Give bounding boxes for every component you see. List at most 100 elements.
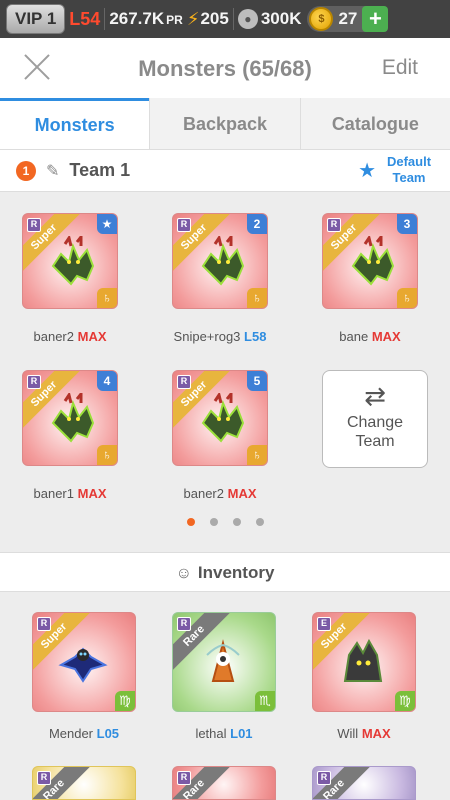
r-tag-icon: R — [27, 218, 41, 232]
monster-name: Snipe+rog3 — [173, 329, 241, 344]
inventory-monster-card[interactable]: Rare R — [312, 766, 416, 800]
page-dot[interactable] — [210, 518, 218, 526]
team-monster-name: Snipe+rog3 L58 — [150, 329, 290, 344]
r-tag-icon: E — [317, 617, 331, 631]
cat-icon: ☺ — [175, 565, 192, 582]
monster-level: MAX — [361, 726, 391, 741]
monster-name: Will — [337, 726, 359, 741]
page-dot[interactable] — [233, 518, 241, 526]
monster-name: baner2 — [183, 486, 224, 501]
inventory-title: Inventory — [197, 563, 275, 582]
inventory-monster-card[interactable]: Rare R ♏ — [172, 612, 276, 712]
power-rating: 267.7K PR — [109, 9, 183, 29]
team-number-badge: 1 — [16, 160, 36, 181]
inventory-monster-card[interactable]: Rare R — [172, 766, 276, 800]
bolt-icon: ⚡ — [186, 8, 200, 29]
element-icon: ♄ — [397, 288, 417, 308]
monster-art — [58, 647, 108, 683]
monster-level: MAX — [371, 329, 401, 344]
slot-badge: 5 — [247, 371, 267, 391]
monster-name: baner2 — [33, 329, 74, 344]
edit-button[interactable]: Edit — [382, 56, 418, 80]
add-gold-button[interactable]: + — [362, 6, 389, 32]
slot-badge: ★ — [97, 214, 117, 234]
pencil-icon[interactable]: ✎ — [46, 161, 59, 181]
slot-badge: 3 — [397, 214, 417, 234]
inventory-monster-card[interactable]: Rare R — [32, 766, 136, 800]
power-unit: PR — [166, 13, 183, 27]
food-value: 300K — [260, 9, 302, 28]
star-icon: ★ — [358, 159, 376, 182]
monster-name: bane — [339, 329, 369, 344]
slot-badge: 2 — [247, 214, 267, 234]
r-tag-icon: R — [177, 218, 191, 232]
monster-level: MAX — [77, 329, 107, 344]
r-tag-icon: R — [177, 617, 191, 631]
element-icon: ♏ — [255, 691, 275, 711]
tab-monsters[interactable]: Monsters — [0, 98, 150, 149]
header-bar: Monsters (65/68) Edit — [0, 38, 450, 98]
team-monster-card[interactable]: Super R 5 ♄ — [172, 370, 268, 466]
inventory-monster-card[interactable]: Super R ♍ — [32, 612, 136, 712]
default-team-button[interactable]: ★ Default Team — [358, 154, 434, 186]
team-monster-card[interactable]: Super R 4 ♄ — [22, 370, 118, 466]
element-icon: ♄ — [97, 288, 117, 308]
slot-badge: 4 — [97, 371, 117, 391]
power-value: 267.7K — [109, 9, 165, 28]
monster-level: L58 — [244, 329, 267, 344]
monster-art — [343, 638, 383, 682]
status-bar: VIP 1 L54 267.7K PR ⚡ 205 ● 300K $ 27 + — [0, 0, 450, 38]
monster-art — [51, 236, 95, 286]
monster-name: baner1 — [33, 486, 74, 501]
monster-art — [206, 639, 240, 682]
element-icon: ♍ — [115, 691, 135, 711]
vip-badge[interactable]: VIP 1 — [6, 4, 66, 34]
tab-catalogue[interactable]: Catalogue — [299, 98, 450, 149]
inventory-monster-name: Will MAX — [294, 726, 434, 741]
monster-art — [201, 393, 245, 443]
paw-icon: ● — [237, 9, 258, 29]
default-team-label: Default Team — [386, 154, 432, 185]
r-tag-icon: R — [37, 617, 51, 631]
r-tag-icon: R — [327, 218, 341, 232]
monster-name: Mender — [48, 726, 94, 741]
monster-art — [201, 236, 245, 286]
monster-level: L05 — [96, 726, 120, 741]
inventory-monster-card[interactable]: Super E ♍ — [312, 612, 416, 712]
element-icon: ♄ — [97, 445, 117, 465]
tab-backpack[interactable]: Backpack — [149, 98, 300, 149]
inventory-monster-name: lethal L01 — [154, 726, 294, 741]
team-monster-card[interactable]: Super R 3 ♄ — [322, 213, 418, 309]
monster-name: lethal — [195, 726, 227, 741]
food-counter: ● 300K — [237, 9, 302, 29]
r-tag-icon: R — [177, 375, 191, 389]
coin-icon: $ — [309, 7, 334, 31]
team-monster-card[interactable]: Super R ★ ♄ — [22, 213, 118, 309]
inventory-header: ☺ Inventory — [0, 552, 450, 592]
change-team-button[interactable]: ⇄ Change Team — [322, 370, 428, 468]
team-monster-name: baner1 MAX — [0, 486, 140, 501]
page-dot-active[interactable] — [187, 518, 195, 526]
team-monster-name: baner2 MAX — [0, 329, 140, 344]
team-monster-name: bane MAX — [300, 329, 440, 344]
element-icon: ♍ — [395, 691, 415, 711]
gold-counter: $ 27 + — [307, 6, 389, 32]
divider — [232, 8, 234, 30]
r-tag-icon: R — [177, 771, 191, 785]
change-team-label: Change Team — [346, 414, 404, 450]
r-tag-icon: R — [317, 771, 331, 785]
player-level: L54 — [69, 8, 101, 29]
monster-art — [51, 393, 95, 443]
page-dot[interactable] — [256, 518, 264, 526]
monster-level: MAX — [77, 486, 107, 501]
energy-counter: ⚡ 205 — [187, 9, 229, 30]
team-bar: 1 ✎ Team 1 ★ Default Team — [0, 150, 450, 192]
tab-bar: Monsters Backpack Catalogue — [0, 98, 450, 150]
monster-level: L01 — [230, 726, 253, 741]
energy-value: 205 — [200, 9, 229, 28]
swap-icon: ⇄ — [364, 381, 386, 411]
team-monster-card[interactable]: Super R 2 ♄ — [172, 213, 268, 309]
team-name[interactable]: Team 1 — [69, 160, 130, 181]
page-indicator — [187, 518, 264, 526]
monster-art — [351, 236, 395, 286]
